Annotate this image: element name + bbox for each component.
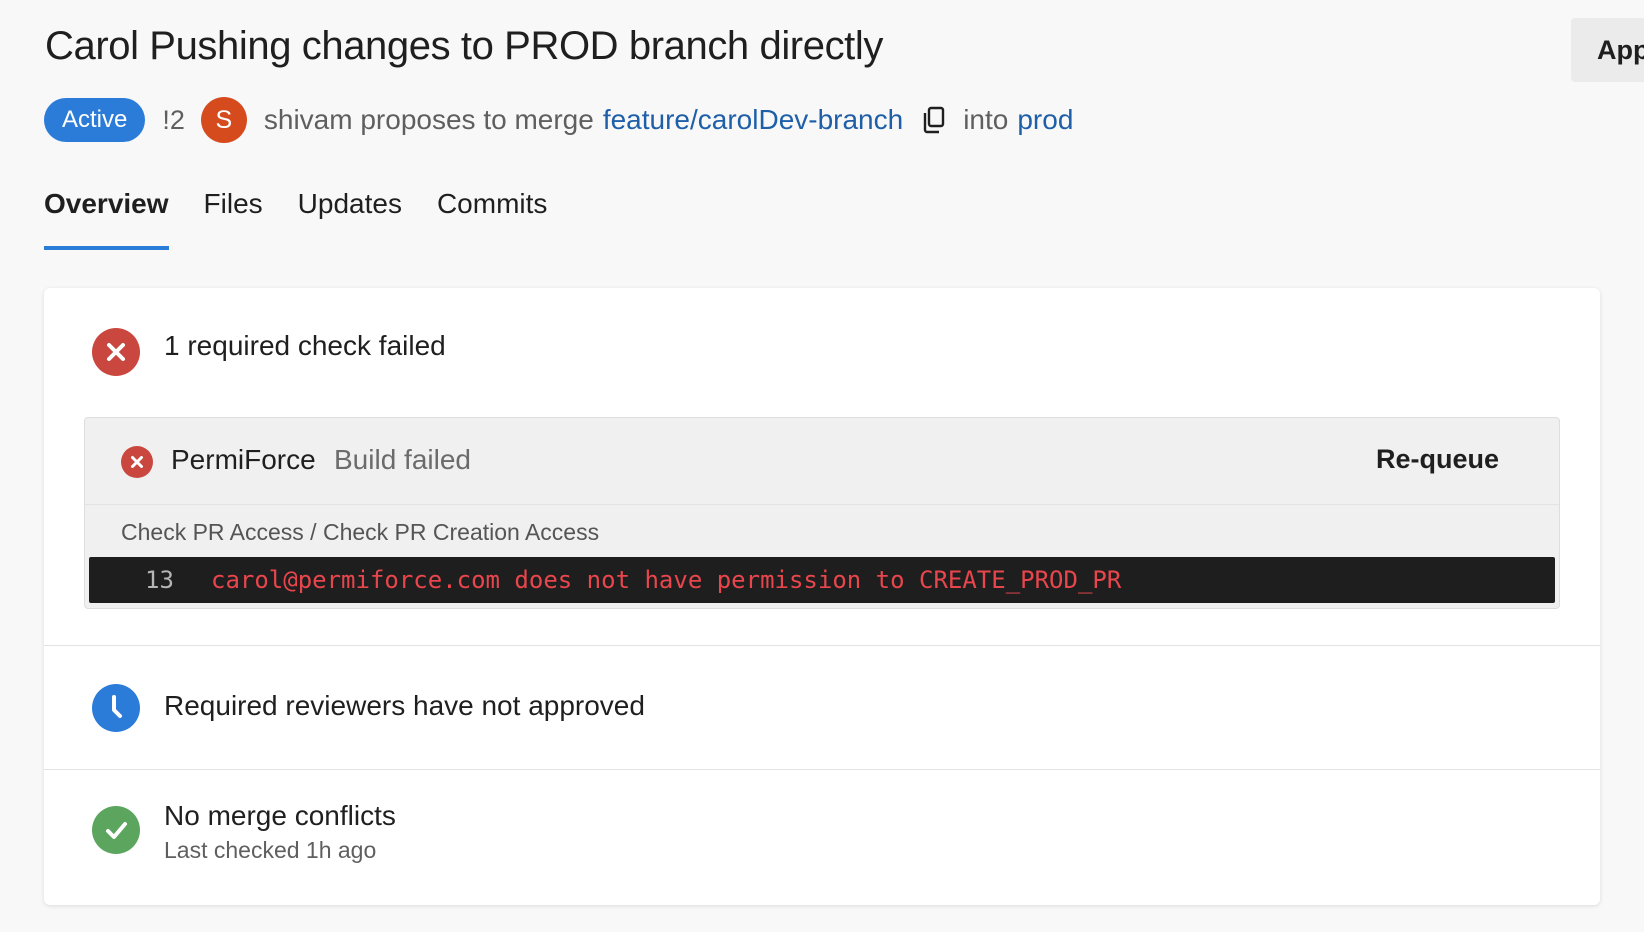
reviewers-status: Required reviewers have not approved — [164, 690, 645, 721]
check-status: Build failed — [334, 444, 471, 475]
checks-section: 1 required check failed PermiForce Build… — [44, 288, 1600, 646]
conflicts-status: No merge conflicts — [164, 800, 396, 831]
check-details: PermiForce Build failed Re-queue Check P… — [84, 417, 1560, 609]
clock-icon — [92, 684, 140, 732]
tab-overview[interactable]: Overview — [44, 188, 169, 250]
checks-summary: 1 required check failed — [164, 330, 446, 361]
requeue-button[interactable]: Re-queue — [1376, 444, 1499, 475]
log-line-number: 13 — [145, 566, 174, 594]
target-branch-link[interactable]: prod — [1017, 104, 1073, 136]
status-badge: Active — [44, 98, 146, 142]
error-x-icon — [121, 446, 153, 478]
tab-files[interactable]: Files — [204, 188, 263, 250]
page-title: Carol Pushing changes to PROD branch dir… — [45, 24, 883, 68]
tab-commits[interactable]: Commits — [437, 188, 547, 250]
error-x-icon — [92, 328, 140, 376]
reviewers-section: Required reviewers have not approved — [44, 646, 1600, 770]
log-line: 13 carol@permiforce.com does not have pe… — [89, 557, 1555, 603]
into-text: into — [963, 104, 1009, 135]
conflicts-section: No merge conflicts Last checked 1h ago — [44, 770, 1600, 905]
pull-request-page: Carol Pushing changes to PROD branch dir… — [0, 0, 1644, 932]
tab-updates[interactable]: Updates — [298, 188, 402, 250]
merge-status-card: 1 required check failed PermiForce Build… — [44, 288, 1600, 905]
check-header: PermiForce Build failed Re-queue — [85, 418, 1559, 505]
tab-bar: Overview Files Updates Commits — [44, 188, 582, 250]
check-path: Check PR Access / Check PR Creation Acce… — [121, 519, 600, 545]
proposer-text: shivam proposes to merge — [263, 104, 594, 135]
avatar-initial: S — [215, 105, 233, 134]
copy-icon[interactable] — [921, 106, 947, 134]
check-icon — [92, 806, 140, 854]
last-checked-text: Last checked 1h ago — [164, 837, 377, 863]
check-name[interactable]: PermiForce — [171, 444, 316, 476]
pr-meta-row: Active !2 S shivam proposes to merge fea… — [44, 97, 1073, 143]
approve-button[interactable]: App — [1571, 18, 1644, 82]
pr-number: !2 — [162, 104, 185, 135]
avatar[interactable]: S — [200, 97, 247, 143]
log-text: carol@permiforce.com does not have permi… — [211, 566, 1122, 594]
source-branch-link[interactable]: feature/carolDev-branch — [603, 104, 903, 136]
